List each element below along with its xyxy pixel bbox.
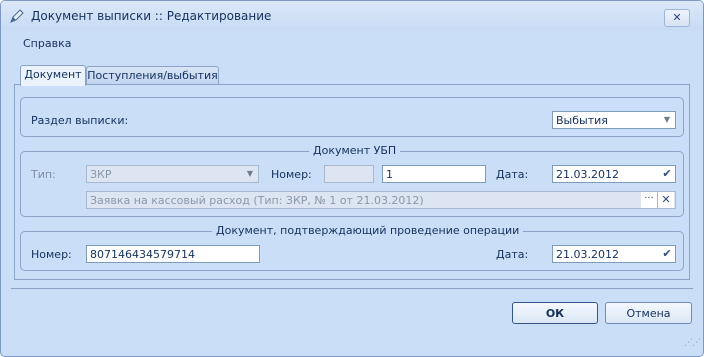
ubp-number-label: Номер: xyxy=(271,168,312,181)
operation-number-label: Номер: xyxy=(31,248,72,261)
tab-panel-document: Раздел выписки: Выбытия ▼ Документ УБП Т… xyxy=(14,84,690,280)
title-bar[interactable]: Документ выписки :: Редактирование ✕ xyxy=(1,1,703,31)
statement-section-label: Раздел выписки: xyxy=(31,114,129,127)
ubp-type-label: Тип: xyxy=(31,168,56,181)
cancel-button[interactable]: Отмена xyxy=(605,302,692,324)
ok-button[interactable]: ОК xyxy=(512,302,598,324)
operation-number-field[interactable]: 807146434579714 xyxy=(86,245,260,263)
browse-button[interactable]: ··· xyxy=(641,192,657,208)
operation-date-value: 21.03.2012 xyxy=(556,248,619,261)
menu-item-help[interactable]: Справка xyxy=(23,37,71,50)
operation-number-value: 807146434579714 xyxy=(90,248,195,261)
operation-date-label: Дата: xyxy=(496,248,529,261)
ubp-document-legend: Документ УБП xyxy=(309,144,401,157)
tab-document[interactable]: Документ xyxy=(20,65,86,86)
ubp-number-field[interactable]: 1 xyxy=(382,165,486,183)
statement-section-select[interactable]: Выбытия ▼ xyxy=(552,111,676,129)
ubp-date-value: 21.03.2012 xyxy=(556,168,619,181)
ellipsis-icon: ··· xyxy=(644,193,654,204)
close-icon: ✕ xyxy=(672,11,682,24)
ubp-type-select[interactable]: ЗКР ▼ xyxy=(86,165,259,183)
ubp-date-label: Дата: xyxy=(496,168,529,181)
divider xyxy=(11,288,693,289)
pen-icon xyxy=(10,9,24,23)
resize-grip-icon[interactable]: ⋰⋰ xyxy=(684,338,701,348)
clear-icon: ✕ xyxy=(661,193,671,206)
ubp-document-group: Документ УБП Тип: ЗКР ▼ Номер: 1 Дата: 2… xyxy=(20,144,684,217)
tab-receipts-disposals[interactable]: Поступления/выбытия xyxy=(86,66,219,86)
ubp-type-value: ЗКР xyxy=(90,168,112,181)
dialog-window: Документ выписки :: Редактирование ✕ Спр… xyxy=(0,0,704,357)
close-button[interactable]: ✕ xyxy=(664,9,690,27)
clear-button[interactable]: ✕ xyxy=(657,192,674,208)
chevron-down-icon: ▼ xyxy=(246,169,254,178)
statement-section-value: Выбытия xyxy=(556,114,608,127)
operation-document-group: Документ, подтверждающий проведение опер… xyxy=(20,224,684,271)
ubp-number-prefix-field xyxy=(324,165,374,183)
checkmark-icon[interactable]: ✔ xyxy=(661,248,673,260)
ubp-linked-document-field[interactable]: Заявка на кассовый расход (Тип: ЗКР, № 1… xyxy=(86,191,676,209)
chevron-down-icon: ▼ xyxy=(663,115,671,124)
ubp-linked-document-value: Заявка на кассовый расход (Тип: ЗКР, № 1… xyxy=(90,194,424,207)
ubp-date-picker[interactable]: 21.03.2012 ✔ xyxy=(552,165,676,183)
checkmark-icon[interactable]: ✔ xyxy=(661,168,673,180)
window-title: Документ выписки :: Редактирование xyxy=(31,9,272,23)
operation-document-legend: Документ, подтверждающий проведение опер… xyxy=(212,224,524,237)
statement-section-group: Раздел выписки: Выбытия ▼ xyxy=(20,97,684,137)
operation-date-picker[interactable]: 21.03.2012 ✔ xyxy=(552,245,676,263)
ubp-number-value: 1 xyxy=(386,168,393,181)
